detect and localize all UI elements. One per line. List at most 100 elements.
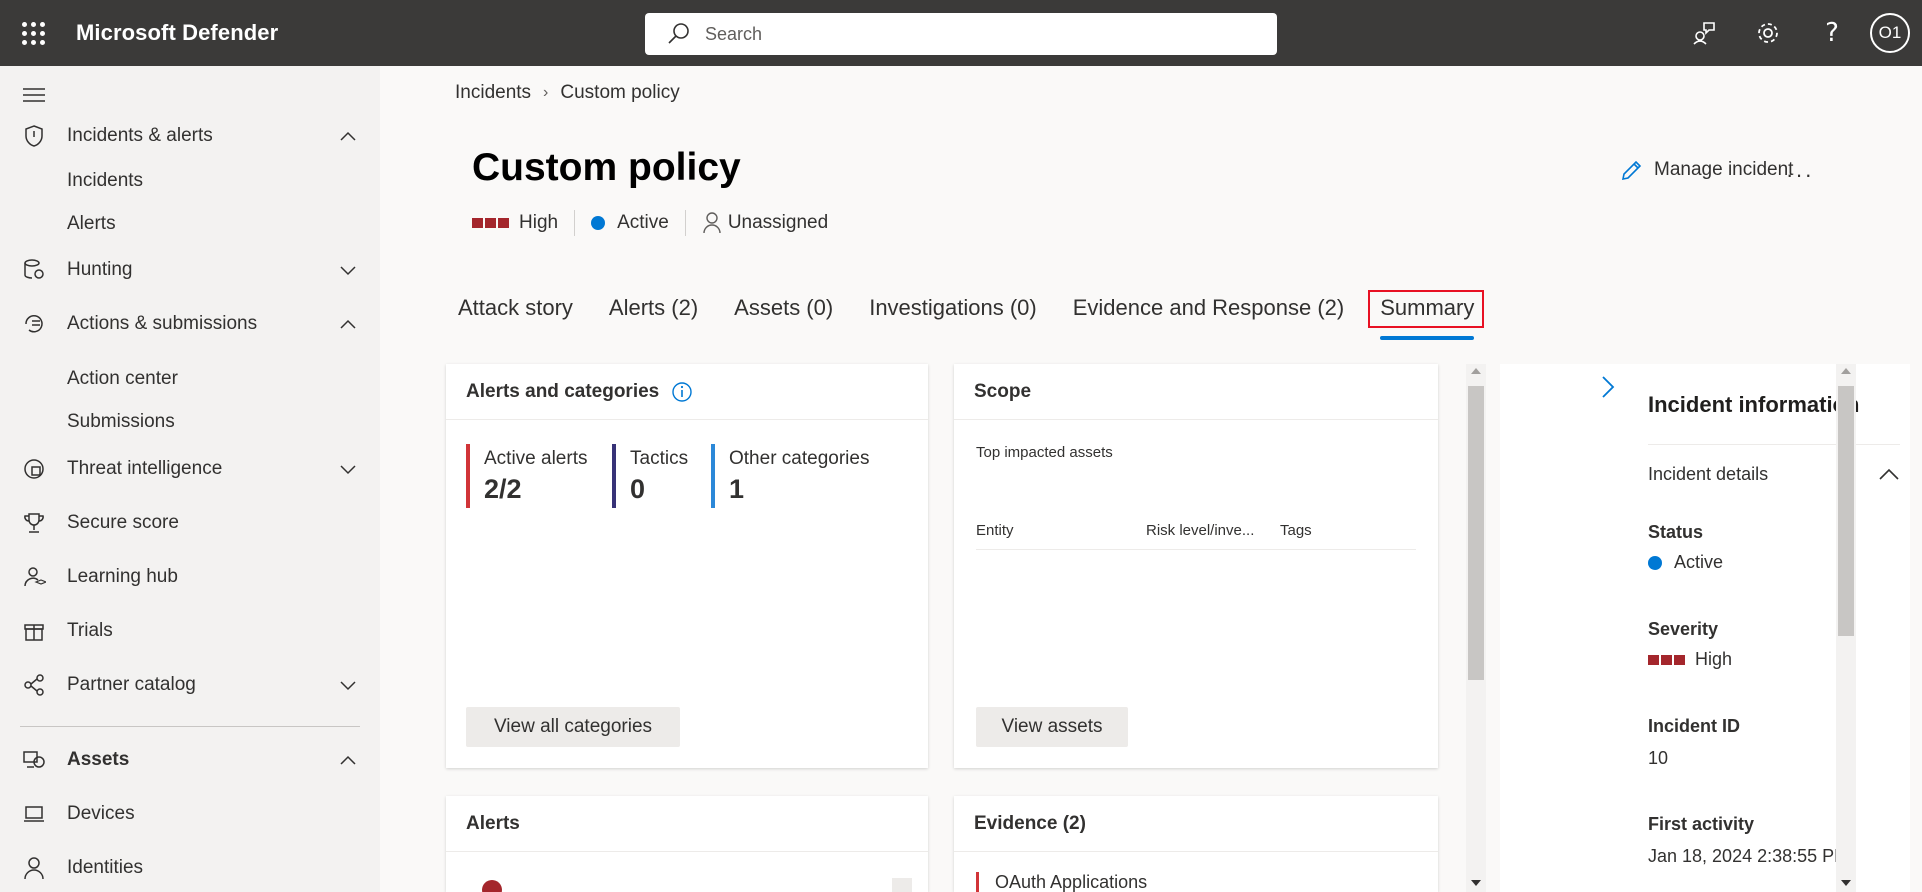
info-icon[interactable] [671, 381, 693, 403]
chevron-up-icon[interactable] [1878, 466, 1900, 482]
sidebar-item-identities[interactable]: Identities [0, 846, 380, 890]
info-panel-scrollbar[interactable] [1836, 364, 1856, 892]
gear-icon [1758, 23, 1778, 43]
tab-attack-story[interactable]: Attack story [458, 296, 573, 344]
status-active-icon [1648, 555, 1662, 570]
chevron-up-icon [340, 319, 356, 329]
tab-assets[interactable]: Assets (0) [734, 296, 833, 344]
app-launcher-button[interactable] [0, 0, 66, 66]
sidebar-item-actions-submissions[interactable]: Actions & submissions [0, 302, 380, 346]
sidebar-item-label: Hunting [67, 259, 133, 280]
chevron-right-icon: › [543, 84, 549, 101]
tab-evidence-response[interactable]: Evidence and Response (2) [1073, 296, 1345, 344]
status-field-label: Status [1648, 522, 1704, 542]
sidebar-item-label: Identities [67, 857, 144, 878]
community-button[interactable] [1672, 0, 1736, 66]
scroll-up-arrow-icon [1841, 368, 1851, 374]
card-title: Alerts [466, 812, 520, 834]
sidebar-item-label: Incidents [67, 170, 144, 191]
settings-button[interactable] [1736, 0, 1800, 66]
device-icon [24, 806, 44, 822]
tab-active-underline [1380, 336, 1475, 340]
chevron-down-icon [340, 681, 356, 691]
pencil-icon [1621, 160, 1642, 181]
search-box[interactable] [645, 13, 1277, 55]
first-activity-value: Jan 18, 2024 2:38:55 PM [1648, 846, 1850, 866]
manage-incident-button[interactable]: Manage incident [1620, 158, 1793, 182]
sidebar-item-label: Devices [67, 803, 135, 824]
tab-investigations[interactable]: Investigations (0) [869, 296, 1037, 344]
incident-meta: High Active Unassigned [472, 210, 828, 236]
avatar[interactable]: O1 [1870, 13, 1910, 53]
app-title[interactable]: Microsoft Defender [76, 20, 278, 46]
chevron-right-icon[interactable] [1600, 374, 1616, 400]
sidebar-item-submissions[interactable]: Submissions [0, 402, 380, 442]
sidebar-item-label: Alerts [67, 213, 116, 234]
view-assets-button[interactable]: View assets [976, 707, 1128, 747]
status-field-value: Active [1648, 552, 1723, 573]
search-icon [668, 23, 689, 44]
severity-field-label: Severity [1648, 619, 1719, 639]
card-title: Scope [974, 380, 1032, 402]
card-header: Scope [954, 364, 1438, 420]
column-header[interactable]: Tags [1280, 522, 1312, 539]
tab-alerts[interactable]: Alerts (2) [609, 296, 698, 344]
hunting-icon [24, 259, 44, 279]
sidebar-item-incidents[interactable]: Incidents [0, 161, 380, 201]
tab-bar: Attack story Alerts (2) Assets (0) Inves… [458, 290, 1510, 344]
page-title: Custom policy [472, 146, 741, 189]
meta-divider [684, 210, 686, 236]
main-scrollbar[interactable] [1466, 364, 1486, 892]
severity-field-value: High [1648, 649, 1732, 670]
breadcrumb-root-link[interactable]: Incidents [455, 82, 531, 104]
sidebar-item-label: Actions & submissions [67, 313, 258, 334]
scrollbar-thumb[interactable] [1468, 386, 1484, 680]
sidebar-item-alerts[interactable]: Alerts [0, 204, 380, 244]
severity-high-icon [1648, 654, 1685, 665]
assignee-label[interactable]: Unassigned [728, 212, 828, 234]
trials-icon [24, 624, 44, 641]
scroll-up-button[interactable] [892, 878, 912, 892]
sidebar-item-threat-intelligence[interactable]: Threat intelligence [0, 447, 380, 491]
incident-id-label: Incident ID [1648, 716, 1741, 736]
sidebar-item-label: Partner catalog [67, 674, 196, 695]
sidebar-item-incidents-alerts[interactable]: Incidents & alerts [0, 114, 380, 158]
meta-divider [574, 210, 576, 236]
more-options-button[interactable]: ··· [1786, 162, 1814, 188]
help-icon: ? [1825, 18, 1839, 48]
sidebar-item-hunting[interactable]: Hunting [0, 248, 380, 292]
evidence-item[interactable]: OAuth Applications [976, 872, 1147, 892]
help-button[interactable]: ? [1800, 0, 1864, 66]
scrollbar-thumb[interactable] [1838, 386, 1854, 636]
stat-tactics: Tactics 0 [612, 444, 688, 508]
stat-other-categories: Other categories 1 [711, 444, 869, 508]
sidebar-item-trials[interactable]: Trials [0, 609, 380, 653]
view-all-categories-button[interactable]: View all categories [466, 707, 680, 747]
sidebar-item-label: Assets [67, 749, 130, 770]
sidebar-item-label: Learning hub [67, 566, 178, 587]
collapse-nav-button[interactable] [22, 86, 46, 109]
waffle-icon [21, 21, 45, 45]
alerts-categories-card: Alerts and categories Active alerts 2/2 … [446, 364, 928, 768]
incident-id-value: 10 [1648, 748, 1669, 768]
card-header: Evidence (2) [954, 796, 1438, 852]
partner-icon [24, 674, 44, 696]
sidebar-item-learning-hub[interactable]: Learning hub [0, 555, 380, 599]
sidebar: Incidents & alerts Incidents Alerts Hunt… [0, 66, 380, 892]
panel-title: Incident information [1648, 392, 1860, 417]
sidebar-item-secure-score[interactable]: Secure score [0, 501, 380, 545]
sidebar-item-action-center[interactable]: Action center [0, 359, 380, 399]
column-header[interactable]: Entity [976, 522, 1014, 539]
status-label: Active [617, 212, 669, 233]
column-header[interactable]: Risk level/inve... [1146, 522, 1254, 539]
sidebar-item-partner-catalog[interactable]: Partner catalog [0, 663, 380, 707]
shield-icon [25, 125, 43, 147]
incident-details-header[interactable]: Incident details [1648, 464, 1768, 485]
tab-summary[interactable]: Summary [1368, 290, 1485, 344]
severity-high-icon [472, 218, 509, 228]
scroll-down-arrow-icon [1471, 880, 1481, 886]
sidebar-item-assets[interactable]: Assets [0, 738, 380, 782]
severity-label: High [519, 212, 559, 233]
search-input[interactable] [705, 23, 1205, 45]
sidebar-item-devices[interactable]: Devices [0, 792, 380, 836]
